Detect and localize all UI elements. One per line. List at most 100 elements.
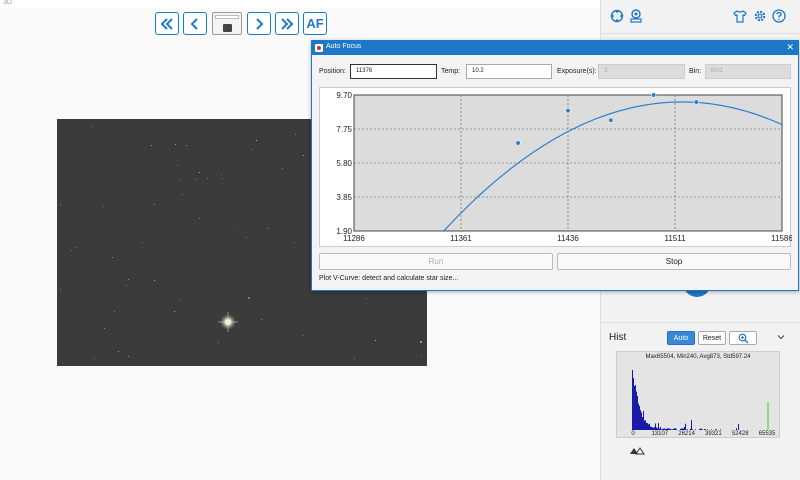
faint-star bbox=[375, 340, 376, 341]
faint-star bbox=[256, 140, 257, 141]
zoom-in-icon bbox=[738, 333, 748, 343]
v-curve-plot: 11286 11361 11436 11511 11586 1.90 3.85 5.80 7.7… bbox=[319, 87, 792, 247]
dialog-title-bar: Auto Focus ✕ bbox=[312, 41, 798, 55]
status-text: Plot V-Curve: detect and calculate star … bbox=[319, 275, 459, 282]
faint-star bbox=[118, 351, 119, 352]
faint-star bbox=[303, 335, 304, 336]
capture-button[interactable] bbox=[212, 12, 242, 35]
faint-star bbox=[237, 230, 238, 231]
hist-x-tick: 65535 bbox=[758, 431, 776, 437]
hist-reset-button[interactable]: Reset bbox=[698, 331, 726, 345]
faint-star bbox=[180, 180, 181, 181]
hist-bar bbox=[690, 428, 691, 430]
hist-bar bbox=[701, 429, 702, 430]
exposure-label: Exposure(s): bbox=[557, 68, 597, 75]
faint-star bbox=[128, 356, 129, 357]
hist-bar bbox=[707, 429, 708, 430]
next-image-button[interactable] bbox=[247, 12, 271, 35]
hist-bar bbox=[645, 420, 646, 430]
hist-bar bbox=[646, 422, 647, 430]
hist-bar bbox=[661, 429, 662, 430]
hist-bar bbox=[658, 423, 659, 430]
hist-bar bbox=[675, 428, 676, 430]
guider-icon[interactable] bbox=[629, 9, 643, 23]
faint-star bbox=[154, 204, 155, 205]
hist-auto-button[interactable]: Auto bbox=[667, 331, 695, 345]
faint-star bbox=[128, 279, 129, 280]
hist-bar bbox=[633, 378, 634, 430]
close-icon[interactable]: ✕ bbox=[786, 42, 794, 53]
x-tick-label: 11511 bbox=[664, 234, 686, 243]
auto-focus-button[interactable]: AF bbox=[303, 12, 327, 35]
faint-star bbox=[76, 247, 77, 248]
hist-bar bbox=[682, 428, 683, 430]
hist-label: Hist bbox=[609, 332, 627, 343]
hist-bar bbox=[671, 429, 672, 430]
dialog-title: Auto Focus bbox=[326, 43, 362, 50]
faint-star bbox=[174, 311, 175, 312]
faint-star bbox=[251, 149, 252, 150]
previous-image-button[interactable] bbox=[183, 12, 207, 35]
histogram-chart[interactable]: Max65504, Min240, Avg873, Std597.24 0 131… bbox=[616, 351, 780, 438]
hist-bar bbox=[672, 429, 673, 430]
faint-star bbox=[199, 218, 200, 219]
faint-star bbox=[354, 358, 355, 359]
position-field[interactable]: 11376 bbox=[350, 64, 437, 79]
v-curve-svg: 11286 11361 11436 11511 115861.903.855.807.7… bbox=[336, 91, 792, 243]
hist-bar bbox=[666, 428, 667, 430]
faint-star bbox=[142, 242, 143, 243]
bin-field[interactable]: Bin1 bbox=[705, 64, 791, 79]
app-window: 3D AF Hist Auto Reset Max65504, Min240, … bbox=[0, 0, 800, 480]
app-icon bbox=[315, 44, 323, 52]
faint-star bbox=[420, 341, 422, 343]
faint-star bbox=[126, 285, 127, 286]
temp-field[interactable]: 10.2 bbox=[466, 64, 552, 79]
hist-bar bbox=[704, 429, 705, 430]
hist-bar bbox=[700, 428, 701, 430]
hist-bar bbox=[641, 412, 642, 430]
hist-bar bbox=[657, 428, 658, 430]
stretch-triangles-icon[interactable] bbox=[629, 447, 645, 455]
hist-bar bbox=[640, 410, 641, 430]
first-image-button[interactable] bbox=[155, 12, 179, 35]
chevron-down-icon[interactable] bbox=[776, 332, 786, 342]
camera-icon bbox=[223, 24, 232, 32]
run-button[interactable]: Run bbox=[319, 253, 553, 270]
stop-button[interactable]: Stop bbox=[557, 253, 791, 270]
faint-star bbox=[196, 179, 197, 180]
faint-star bbox=[282, 168, 283, 169]
hist-bar bbox=[644, 420, 645, 430]
y-tick-label: 5.80 bbox=[336, 159, 352, 168]
hist-x-tick: 0 bbox=[631, 431, 635, 437]
hist-bar bbox=[660, 426, 661, 430]
faint-star bbox=[103, 206, 104, 207]
hist-bar bbox=[683, 428, 684, 430]
hist-bar bbox=[699, 429, 700, 430]
hist-bar bbox=[687, 429, 688, 430]
hist-bar bbox=[662, 428, 663, 430]
faint-star bbox=[151, 145, 152, 146]
hist-bar bbox=[642, 417, 643, 430]
hist-bar bbox=[691, 420, 692, 430]
faint-star bbox=[267, 228, 268, 229]
hist-bar bbox=[638, 403, 639, 430]
hist-bar bbox=[639, 405, 640, 430]
shirt-icon[interactable] bbox=[733, 9, 747, 23]
hist-bar bbox=[650, 426, 651, 430]
faint-star bbox=[303, 155, 304, 156]
y-tick-label: 7.75 bbox=[336, 125, 352, 134]
help-icon[interactable] bbox=[772, 9, 786, 23]
faint-star bbox=[248, 297, 250, 299]
faint-star bbox=[177, 165, 178, 166]
faint-star bbox=[246, 237, 247, 238]
gear-icon[interactable] bbox=[753, 9, 767, 23]
faint-star bbox=[94, 358, 95, 359]
exposure-field[interactable]: 3 bbox=[598, 64, 685, 79]
hist-bar bbox=[663, 428, 664, 430]
hist-zoom-button[interactable] bbox=[729, 331, 757, 345]
target-icon[interactable] bbox=[610, 9, 624, 23]
last-image-button[interactable] bbox=[275, 12, 299, 35]
hist-bar bbox=[647, 423, 648, 430]
chevron-left-icon bbox=[190, 17, 198, 30]
bright-star bbox=[218, 312, 238, 332]
